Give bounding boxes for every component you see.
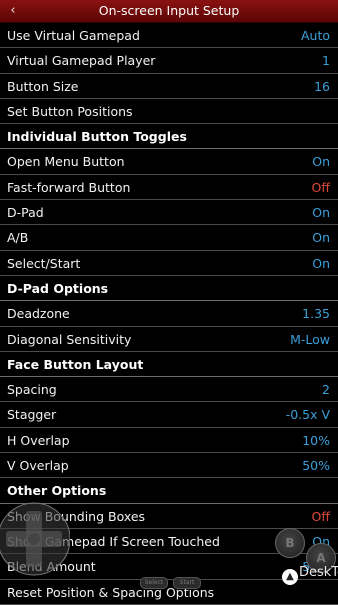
setting-label: Virtual Gamepad Player (7, 53, 156, 69)
setting-value: 2 (322, 382, 330, 398)
setting-label: Open Menu Button (7, 154, 125, 170)
setting-value: M-Low (290, 331, 330, 347)
setting-label: Diagonal Sensitivity (7, 331, 132, 347)
setting-row[interactable]: Open Menu Button On (0, 149, 338, 175)
start-button[interactable]: Start (173, 577, 201, 589)
setting-label: D-Pad (7, 205, 44, 221)
setting-row[interactable]: Stagger -0.5x V (0, 402, 338, 428)
watermark-text: DeskTop (299, 565, 338, 580)
setting-label: Use Virtual Gamepad (7, 28, 140, 43)
setting-label: Fast-forward Button (7, 179, 131, 195)
setting-label: A/B (7, 230, 29, 246)
setting-row[interactable]: Button Size 16 (0, 74, 338, 99)
setting-value: On (312, 255, 330, 271)
section-header: Face Button Layout (0, 352, 338, 378)
watermark: ▲DeskTop (282, 561, 338, 585)
section-header-label: Face Button Layout (7, 356, 144, 372)
title-bar: ‹ On-screen Input Setup (0, 0, 338, 23)
setting-row[interactable]: A/B On (0, 225, 338, 251)
setting-value: On (312, 205, 330, 221)
setting-row[interactable]: Virtual Gamepad Player 1 (0, 48, 338, 74)
setting-label: Button Size (7, 78, 79, 94)
setting-row[interactable]: Select/Start On (0, 251, 338, 276)
setting-value: 1.35 (302, 306, 330, 322)
setting-value: 16 (314, 78, 330, 94)
section-header-label: Individual Button Toggles (7, 129, 187, 145)
setting-value: Auto (300, 28, 330, 43)
setting-row[interactable]: Diagonal Sensitivity M-Low (0, 327, 338, 352)
setting-row[interactable]: Set Button Positions (0, 99, 338, 125)
setting-label: Stagger (7, 407, 57, 423)
setting-value: Off (311, 508, 330, 524)
setting-value: On (312, 154, 330, 170)
setting-row[interactable]: V Overlap 50% (0, 453, 338, 479)
section-header: Individual Button Toggles (0, 124, 338, 150)
setting-value: 10% (302, 432, 330, 448)
setting-row[interactable]: H Overlap 10% (0, 428, 338, 454)
dpad-overlay[interactable] (0, 497, 71, 600)
section-header-label: D-Pad Options (7, 280, 109, 296)
watermark-logo-icon: ▲ (282, 569, 298, 585)
setting-row[interactable]: D-Pad On (0, 200, 338, 226)
setting-label: V Overlap (7, 458, 69, 474)
setting-label: Spacing (7, 382, 57, 398)
setting-value: -0.5x V (285, 407, 330, 423)
setting-label: Set Button Positions (7, 103, 133, 119)
setting-row[interactable]: Spacing 2 (0, 377, 338, 403)
setting-value: 50% (302, 458, 330, 474)
section-header: D-Pad Options (0, 276, 338, 302)
b-button[interactable]: B (275, 528, 305, 558)
setting-label: H Overlap (7, 432, 70, 448)
setting-value: Off (311, 179, 330, 195)
setting-label: Select/Start (7, 255, 81, 271)
setting-value: 1 (322, 53, 330, 69)
setting-row[interactable]: Fast-forward Button Off (0, 175, 338, 201)
setting-value: On (312, 230, 330, 246)
select-button[interactable]: Select (140, 577, 168, 589)
page-title: On-screen Input Setup (98, 3, 240, 18)
setting-row[interactable]: Deadzone 1.35 (0, 301, 338, 327)
setting-label: Deadzone (7, 306, 70, 322)
setting-row[interactable]: Use Virtual Gamepad Auto (0, 23, 338, 49)
